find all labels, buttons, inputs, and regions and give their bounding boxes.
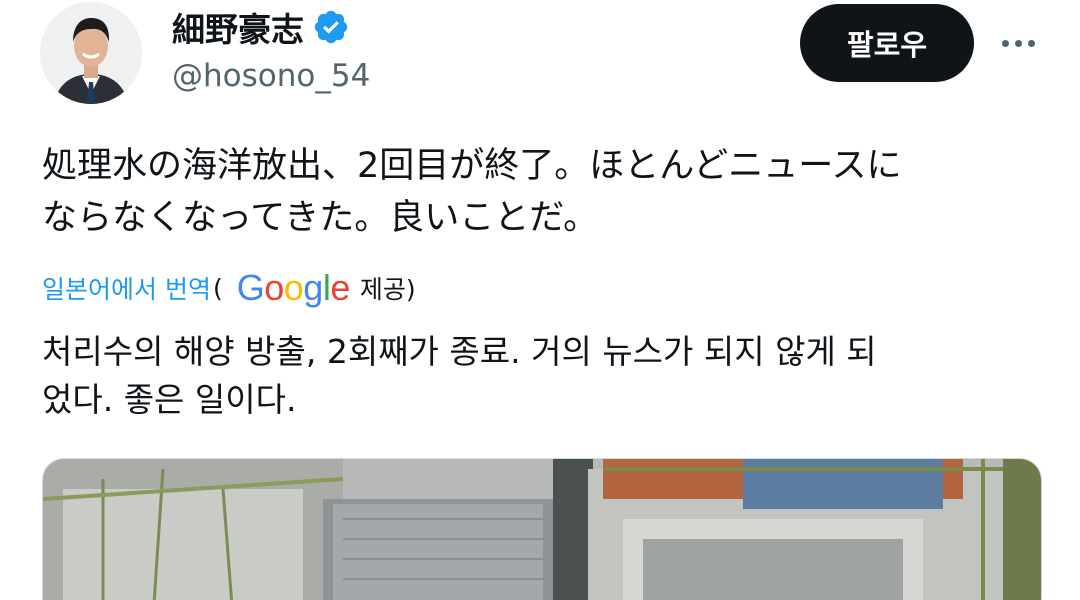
author-handle[interactable]: @hosono_54 xyxy=(172,58,370,94)
tweet-text: 処理水の海洋放出、2回目が終了。ほとんどニュースに ならなくなってきた。良いこと… xyxy=(42,146,902,238)
more-dot xyxy=(1001,39,1009,47)
google-logo-letter: G xyxy=(236,267,265,308)
verified-badge-icon xyxy=(312,8,350,46)
avatar[interactable] xyxy=(40,2,142,104)
translation-provided-label: 제공) xyxy=(359,275,416,304)
more-icon[interactable] xyxy=(998,26,1038,60)
google-logo-letter: o xyxy=(283,267,304,308)
more-dot xyxy=(1027,39,1035,47)
google-logo: Google xyxy=(236,267,351,309)
google-logo-text: Google xyxy=(236,267,351,309)
author-name-row: 細野豪志 xyxy=(172,4,350,50)
follow-button[interactable]: 팔로우 xyxy=(800,4,974,82)
aerial-photo xyxy=(43,459,1041,600)
more-dot xyxy=(1014,39,1022,47)
tweet-media-image[interactable] xyxy=(42,458,1042,600)
tweet: 細野豪志 @hosono_54 팔로우 処理水の海洋放出、2回目が終了。ほとんど… xyxy=(0,0,1080,600)
google-logo-letter: o xyxy=(264,267,284,308)
translated-text: 처리수의 해양 방출, 2회째가 종료. 거의 뉴스가 되지 않게 되 었다. … xyxy=(42,332,877,419)
google-logo-letter: e xyxy=(330,267,350,308)
google-logo-letter: g xyxy=(303,267,323,308)
author-display-name[interactable]: 細野豪志 xyxy=(172,3,304,51)
translation-open-paren: ( xyxy=(212,273,223,303)
translated-from-link[interactable]: 일본어에서 번역 xyxy=(42,270,211,306)
avatar-image xyxy=(40,2,142,104)
translation-attribution: 일본어에서 번역 ( Google 제공) xyxy=(42,266,416,310)
